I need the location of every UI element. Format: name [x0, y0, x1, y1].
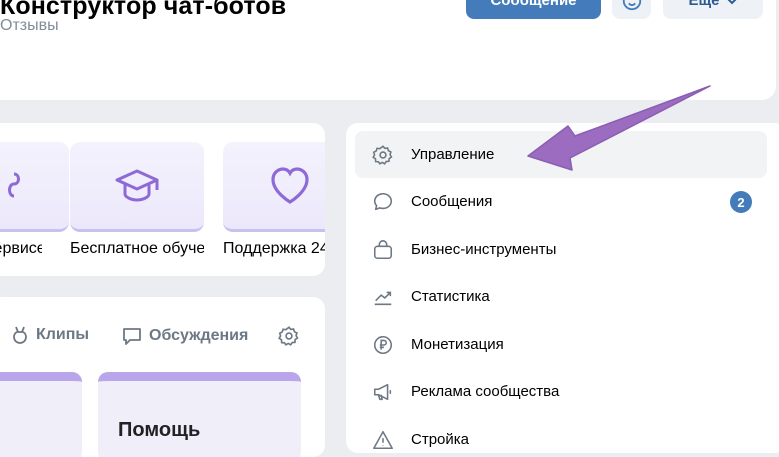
content-tile[interactable] [0, 372, 82, 457]
megaphone-icon [371, 380, 395, 404]
menu-item-label: Реклама сообщества [411, 383, 560, 400]
tab-discussions[interactable]: Обсуждения [121, 325, 248, 347]
tab-clips[interactable]: Клипы [10, 325, 89, 345]
smile-icon [622, 0, 641, 10]
menu-item-business-tools[interactable]: Бизнес-инструменты [355, 226, 767, 273]
content-tile-help-title: Помощь [118, 419, 201, 441]
gear-icon [371, 143, 395, 167]
message-button[interactable]: Сообщение [466, 0, 601, 19]
menu-item-advertising[interactable]: Реклама сообщества [355, 368, 767, 415]
service-icon [8, 172, 20, 197]
chevron-down-icon [727, 0, 736, 4]
menu-item-monetization[interactable]: Монетизация [355, 321, 767, 368]
menu-item-management[interactable]: Управление [355, 131, 767, 178]
menu-item-label: Статистика [411, 288, 490, 305]
clips-icon [13, 326, 27, 344]
gear-icon [278, 326, 299, 346]
more-button-label: Ещё [688, 0, 720, 9]
menu-item-statistics[interactable]: Статистика [355, 273, 767, 320]
more-button[interactable]: Ещё [663, 0, 763, 19]
menu-item-label: Сообщения [411, 193, 493, 210]
content-panel: Клипы Обсуждения Помощь [0, 297, 325, 457]
service-label-support: Поддержка 24/7 [223, 240, 325, 257]
service-label-education: Бесплатное обучение [70, 240, 204, 257]
community-menu: Управление Сообщения 2 Бизнес-инструмент… [346, 123, 779, 453]
services-panel: Сервисе Бесплатное обучение Поддержка 24… [0, 123, 325, 276]
menu-item-label: Бизнес-инструменты [411, 241, 557, 258]
notifications-button[interactable] [612, 0, 651, 19]
service-tile[interactable] [0, 142, 69, 232]
menu-item-construction[interactable]: Стройка [355, 416, 767, 453]
community-header: Конструктор чат-ботов Отзывы Сообщение Е… [0, 0, 776, 100]
heart-icon [271, 166, 309, 204]
menu-item-label: Монетизация [411, 336, 504, 353]
trend-icon [371, 285, 395, 309]
message-icon [371, 190, 395, 214]
menu-item-label: Стройка [411, 431, 470, 448]
page-subtitle[interactable]: Отзывы [0, 17, 59, 35]
tab-discussions-label: Обсуждения [149, 327, 249, 344]
content-tile-help[interactable]: Помощь [98, 372, 301, 457]
graduation-cap-icon [115, 169, 159, 201]
tab-clips-label: Клипы [36, 326, 90, 343]
briefcase-icon [371, 238, 395, 262]
service-label: Сервисе [0, 240, 42, 257]
service-tile-support[interactable] [223, 142, 325, 232]
menu-item-label: Управление [411, 146, 495, 163]
warning-icon [371, 428, 395, 452]
menu-item-messages[interactable]: Сообщения 2 [355, 178, 767, 225]
discussion-icon [123, 328, 141, 345]
tabs-settings-button[interactable] [278, 325, 300, 347]
ruble-icon [371, 333, 395, 357]
unread-badge: 2 [730, 191, 752, 213]
service-tile-education[interactable] [70, 142, 204, 232]
